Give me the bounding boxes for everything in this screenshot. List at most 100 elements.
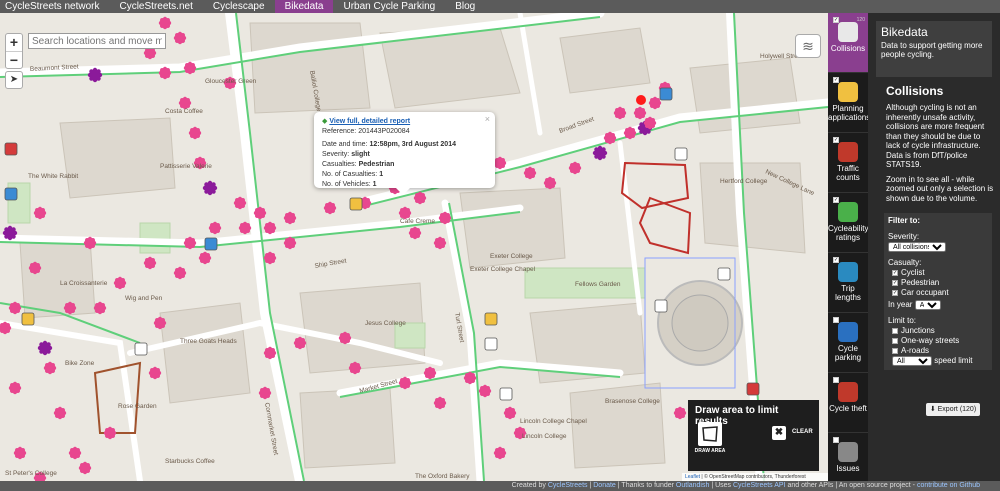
close-icon: ✖ [774, 427, 784, 438]
nav-item-blog[interactable]: Blog [445, 0, 485, 13]
year-select[interactable]: All [914, 300, 941, 310]
footer-thanks: Thanks to funder [621, 482, 676, 489]
map-label: Exeter College Chapel [470, 266, 536, 273]
layer-tab-label: Issues [836, 464, 860, 473]
search-input[interactable] [28, 33, 166, 49]
export-button[interactable]: ⬇ Export (120) [926, 403, 980, 416]
map-label: Rose Garden [118, 403, 157, 410]
map-label: Exeter College [490, 253, 533, 260]
locate-button[interactable]: ➤ [5, 71, 23, 89]
layer-checkbox[interactable]: ✓ [833, 257, 839, 263]
layer-heading: Collisions [886, 84, 944, 98]
checkbox[interactable] [892, 328, 898, 334]
footer-other-apis: and other APIs [785, 482, 834, 489]
draw-area-button[interactable] [698, 422, 722, 446]
layer-tab-label: Trip lengths [835, 284, 861, 302]
layer-checkbox[interactable]: ✓ [833, 137, 839, 143]
polygon-draw-icon [702, 426, 718, 442]
attribution-text: | © OpenStreetMap contributors, Thunderf… [700, 474, 806, 480]
footer-outlandish-link[interactable]: Outlandish [676, 482, 709, 489]
clear-button[interactable]: ✖ [772, 426, 786, 440]
layer-tab-label: Cycle parking [834, 344, 862, 362]
layers-icon: ≋ [802, 38, 814, 54]
filter-box: Filter to: Severity: All collisions Casu… [884, 213, 992, 370]
nav-item-cyclestreets-network[interactable]: CycleStreets network [0, 0, 109, 13]
map-label: St Peter's College [5, 470, 57, 477]
filter-option-a-roads[interactable]: A-roads [892, 346, 988, 356]
layer-tab-trip-lengths[interactable]: ✓ Trip lengths [828, 253, 868, 313]
nav-item-urban-cycle-parking[interactable]: Urban Cycle Parking [333, 0, 445, 13]
checkbox-label: One-way streets [901, 336, 960, 345]
checkbox[interactable]: ✓ [892, 270, 898, 276]
layer-checkbox[interactable]: ✓ [833, 197, 839, 203]
map-label: Brasenose College [605, 398, 660, 405]
layer-tab-cycle-parking[interactable]: Cycle parking [828, 313, 868, 373]
layer-tab-cycle-theft[interactable]: Cycle theft [828, 373, 868, 433]
map-label: Bike Zone [65, 360, 95, 367]
map-label: Turl Street [453, 312, 465, 343]
layer-zoom-note: Zoom in to see all - while zoomed out on… [886, 174, 994, 203]
checkbox[interactable] [892, 338, 898, 344]
traffic-count-icon [838, 142, 858, 162]
map-label: Fellows Garden [575, 281, 621, 288]
limit-label: Limit to: [888, 316, 917, 325]
checkbox[interactable]: ✓ [892, 290, 898, 296]
zoom-out-button[interactable]: − [6, 51, 22, 68]
location-arrow-icon: ➤ [9, 74, 19, 85]
map-label: Cafe Creme [400, 218, 435, 225]
filter-option-pedestrian[interactable]: ✓ Pedestrian [892, 278, 988, 288]
nav-item-cyclescape[interactable]: Cyclescape [203, 0, 275, 13]
speed-select[interactable]: All [892, 356, 932, 366]
casualties-value: Pedestrian [358, 161, 395, 168]
layer-count: 120 [856, 17, 865, 23]
layer-tab-cycleability-ratings[interactable]: ✓ Cycleability ratings [828, 193, 868, 253]
filter-option-car-occupant[interactable]: ✓ Car occupant [892, 288, 988, 298]
layer-checkbox[interactable]: ✓ [833, 17, 839, 23]
severity-select[interactable]: All collisions [888, 242, 946, 252]
filter-option-one-way-streets[interactable]: One-way streets [892, 336, 988, 346]
filter-option-junctions[interactable]: Junctions [892, 326, 988, 336]
map-label: Gloucester Green [205, 78, 257, 85]
layer-checkbox[interactable] [833, 317, 839, 323]
filter-option-cyclist[interactable]: ✓ Cyclist [892, 268, 988, 278]
layers-button[interactable]: ≋ [795, 34, 821, 58]
map-label: Hertford College [720, 178, 768, 185]
checkbox[interactable]: ✓ [892, 280, 898, 286]
nav-item-cyclestreets-net[interactable]: CycleStreets.net [109, 0, 202, 13]
layer-tab-planning-applications[interactable]: ✓ Planning applications [828, 73, 868, 133]
severity-value: slight [351, 151, 370, 158]
map-label: Balliol College [308, 70, 322, 112]
layer-tab-traffic-counts[interactable]: ✓ Traffic counts [828, 133, 868, 193]
footer-api-link[interactable]: CycleStreets API [733, 482, 786, 489]
draw-area-panel: Draw area to limit results DRAW AREA ✖ C… [688, 400, 819, 471]
layer-tab-issues[interactable]: Issues [828, 433, 868, 481]
severity-label: Severity: [322, 151, 350, 158]
leaflet-link[interactable]: Leaflet [685, 474, 700, 480]
map-label: Jesus College [365, 320, 406, 327]
collision-icon [838, 22, 858, 42]
view-report-link[interactable]: View full, detailed report [329, 118, 410, 125]
footer-cyclestreets-link[interactable]: CycleStreets [548, 482, 588, 489]
map[interactable]: Beaumont Street Costa Coffee Balliol Colle… [0, 13, 828, 481]
map-label: Wig and Pen [125, 295, 163, 302]
nav-item-bikedata[interactable]: Bikedata [274, 0, 334, 13]
popup-close-button[interactable]: × [485, 114, 490, 124]
layer-checkbox[interactable]: ✓ [833, 77, 839, 83]
footer: Created by CycleStreets | Donate | Thank… [0, 481, 1000, 491]
layer-tabs: ✓ 120 Collisions ✓ Planning applications ✓ Tra… [828, 13, 868, 481]
checkbox[interactable] [892, 348, 898, 354]
layer-checkbox[interactable] [833, 437, 839, 443]
layer-tab-collisions[interactable]: ✓ 120 Collisions [828, 13, 868, 73]
footer-github-link[interactable]: contribute on Github [917, 482, 980, 489]
footer-donate-link[interactable]: Donate [593, 482, 616, 489]
layer-checkbox[interactable] [833, 377, 839, 383]
info-panel: Bikedata Data to support getting more pe… [868, 13, 1000, 481]
export-label: Export (120) [937, 406, 977, 413]
cycle-parking-icon [838, 322, 858, 342]
clear-label: CLEAR [792, 429, 813, 435]
zoom-in-button[interactable]: + [6, 34, 22, 51]
checkbox-label: A-roads [901, 346, 930, 355]
footer-created: Created by [511, 482, 548, 489]
top-nav: CycleStreets network CycleStreets.net Cycl… [0, 0, 1000, 13]
casualty-options: ✓ Cyclist ✓ Pedestrian ✓ Car occupant [888, 268, 988, 298]
